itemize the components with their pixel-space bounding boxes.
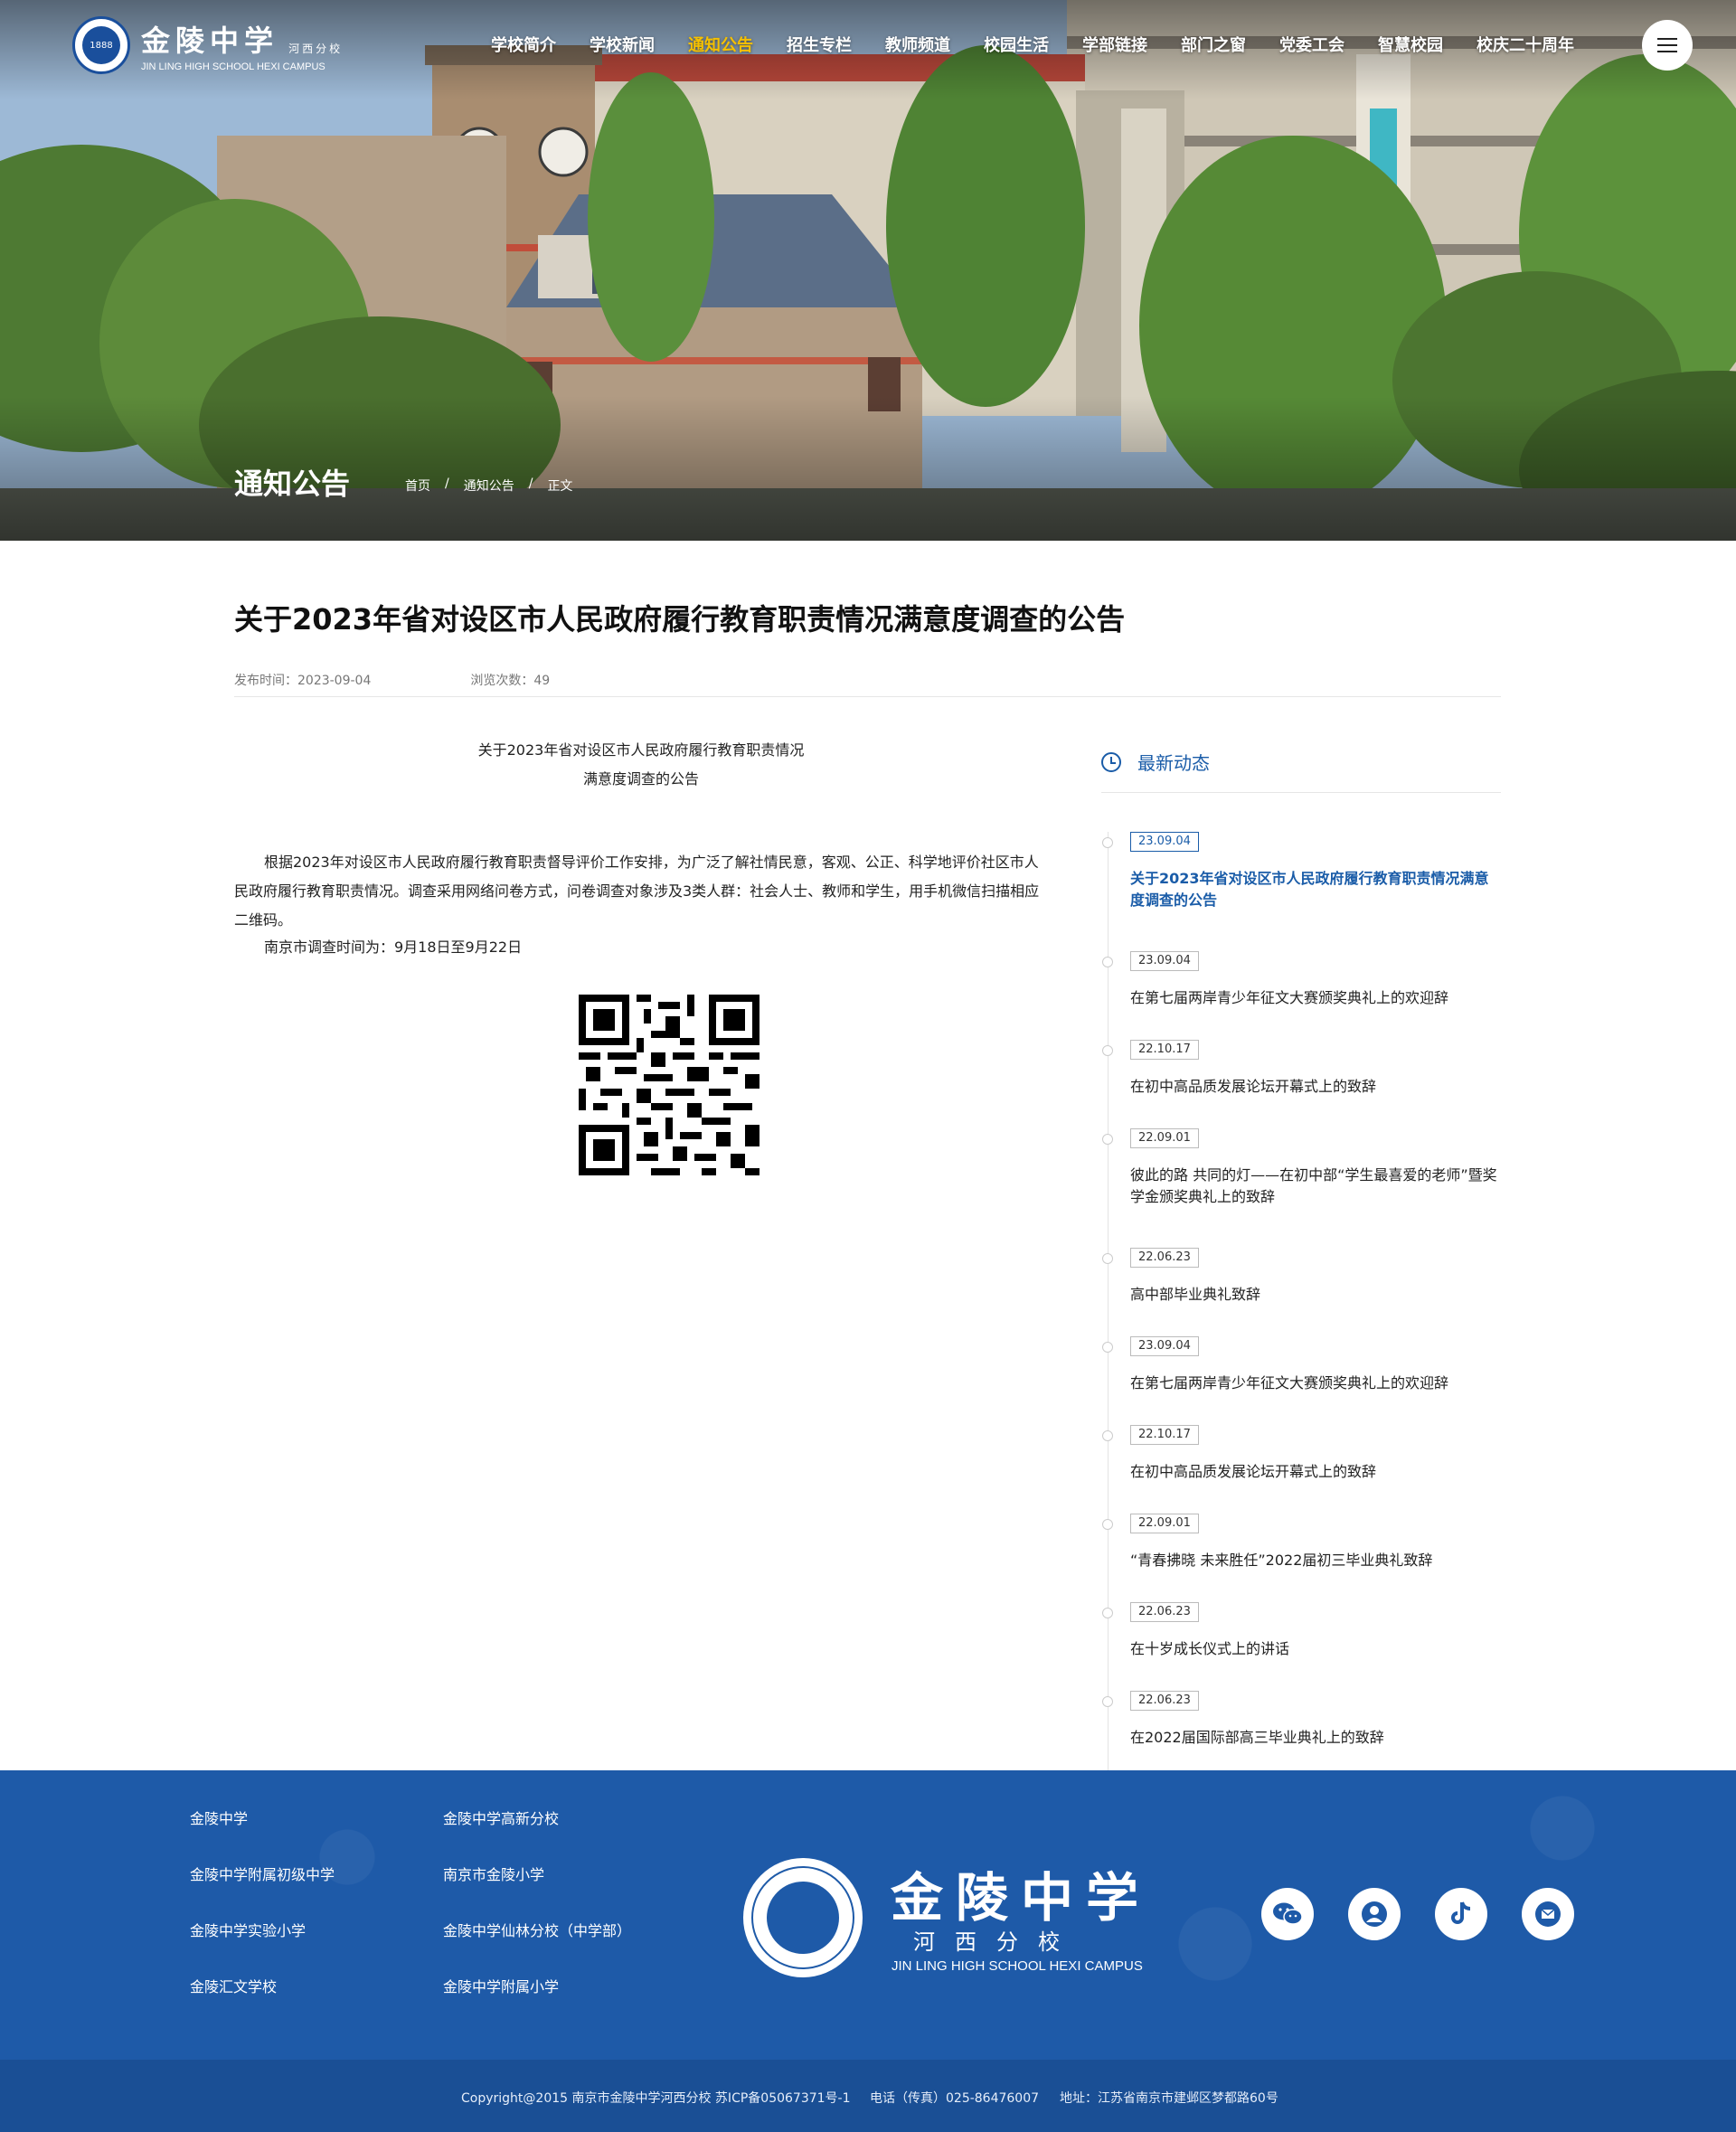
mail-icon[interactable]: [1522, 1888, 1574, 1940]
timeline-dot-icon: [1102, 1430, 1113, 1441]
nav-item-admissions[interactable]: 招生专栏: [787, 33, 852, 56]
hamburger-icon: [1657, 38, 1677, 52]
publish-time: 发布时间：2023-09-04: [234, 674, 372, 688]
news-date: 22.06.23: [1130, 1602, 1199, 1622]
latest-news-title: 最新动态: [1137, 752, 1210, 774]
nav-item-campus-life[interactable]: 校园生活: [984, 33, 1049, 56]
news-date: 22.06.23: [1130, 1691, 1199, 1711]
timeline-dot-icon: [1102, 957, 1113, 967]
nav-item-teachers[interactable]: 教师频道: [885, 33, 950, 56]
logo-english-name: JIN LING HIGH SCHOOL HEXI CAMPUS: [141, 61, 326, 72]
nav-item-party-union[interactable]: 党委工会: [1279, 33, 1344, 56]
footer-link[interactable]: 金陵中学高新分校: [443, 1807, 559, 1828]
nav-item-anniversary[interactable]: 校庆二十周年: [1477, 33, 1574, 56]
timeline-line: [1108, 832, 1109, 1772]
footer-logo-campus-name: 河西分校: [913, 1929, 1080, 1955]
logo-chinese-name: 金陵中学: [141, 24, 279, 58]
news-title[interactable]: 在十岁成长仪式上的讲话: [1130, 1638, 1503, 1660]
breadcrumb-separator: /: [528, 476, 533, 491]
main-nav: 学校简介 学校新闻 通知公告 招生专栏 教师频道 校园生活 学部链接 部门之窗 …: [491, 33, 1608, 56]
timeline-dot-icon: [1102, 1134, 1113, 1145]
banner-title: 通知公告: [234, 467, 351, 501]
news-title[interactable]: 在初中高品质发展论坛开幕式上的致辞: [1130, 1076, 1503, 1098]
school-emblem-icon: 1888: [72, 16, 130, 74]
latest-news-header: 最新动态: [1101, 749, 1210, 775]
nav-item-division-links[interactable]: 学部链接: [1082, 33, 1147, 56]
timeline-dot-icon: [1102, 1608, 1113, 1618]
breadcrumb-separator: /: [445, 476, 449, 491]
footer-link[interactable]: 金陵中学附属初级中学: [190, 1863, 335, 1884]
nav-item-notices[interactable]: 通知公告: [688, 33, 753, 56]
news-title[interactable]: 关于2023年省对设区市人民政府履行教育职责情况满意度调查的公告: [1130, 868, 1503, 911]
news-date: 22.10.17: [1130, 1425, 1199, 1445]
news-title[interactable]: “青春拂晓 未来胜任”2022届初三毕业典礼致辞: [1130, 1550, 1503, 1571]
news-date: 22.09.01: [1130, 1514, 1199, 1533]
nav-item-about[interactable]: 学校简介: [491, 33, 556, 56]
news-date: 23.09.04: [1130, 832, 1199, 852]
survey-qr-code: [579, 995, 760, 1175]
news-title[interactable]: 在第七届两岸青少年征文大赛颁奖典礼上的欢迎辞: [1130, 1373, 1503, 1394]
news-date: 23.09.04: [1130, 951, 1199, 971]
footer-logo-chinese-name: 金陵中学: [891, 1867, 1152, 1929]
breadcrumb-home[interactable]: 首页: [405, 476, 430, 495]
clock-icon: [1101, 751, 1121, 772]
footer-link[interactable]: 南京市金陵小学: [443, 1863, 544, 1884]
timeline-dot-icon: [1102, 1253, 1113, 1264]
footer-logo-english-name: JIN LING HIGH SCHOOL HEXI CAMPUS: [892, 1958, 1143, 1974]
contact-phone: 电话（传真）025-86476007: [870, 2091, 1040, 2106]
breadcrumb-notices[interactable]: 通知公告: [464, 476, 514, 495]
body-paragraph: 根据2023年对设区市人民政府履行教育职责督导评价工作安排，为广泛了解社情民意，…: [234, 854, 1040, 929]
nav-item-departments[interactable]: 部门之窗: [1181, 33, 1246, 56]
hero-banner: [0, 0, 1736, 541]
divider: [234, 696, 1501, 697]
breadcrumb-current: 正文: [547, 479, 573, 494]
survey-time: 南京市调查时间为：9月18日至9月22日: [264, 939, 523, 956]
timeline-dot-icon: [1102, 837, 1113, 848]
footer-link[interactable]: 金陵汇文学校: [190, 1975, 277, 1996]
news-date: 22.06.23: [1130, 1248, 1199, 1268]
news-date: 22.09.01: [1130, 1128, 1199, 1148]
copyright-text: Copyright@2015 南京市金陵中学河西分校 苏ICP备05067371…: [461, 2091, 851, 2106]
copyright-bar: [0, 2060, 1736, 2132]
footer-link[interactable]: 金陵中学: [190, 1807, 248, 1828]
timeline-dot-icon: [1102, 1342, 1113, 1353]
view-count: 浏览次数：49: [470, 674, 551, 688]
user-icon[interactable]: [1348, 1888, 1401, 1940]
news-title[interactable]: 在初中高品质发展论坛开幕式上的致辞: [1130, 1461, 1503, 1483]
article-meta: 发布时间：2023-09-04 浏览次数：49: [234, 671, 550, 689]
news-date: 23.09.04: [1130, 1336, 1199, 1356]
news-title[interactable]: 在2022届国际部高三毕业典礼上的致辞: [1130, 1727, 1503, 1749]
breadcrumb: 首页 / 通知公告 / 正文: [405, 476, 572, 495]
contact-address: 地址：江苏省南京市建邺区梦都路60号: [1060, 2091, 1278, 2106]
timeline-dot-icon: [1102, 1045, 1113, 1056]
footer-emblem-icon: [743, 1858, 863, 1977]
footer-link[interactable]: 金陵中学仙林分校（中学部）: [443, 1919, 631, 1940]
nav-item-news[interactable]: 学校新闻: [590, 33, 655, 56]
menu-button[interactable]: [1642, 20, 1693, 71]
logo-campus-name: 河西分校: [288, 42, 344, 55]
footer-link[interactable]: 金陵中学附属小学: [443, 1975, 559, 1996]
douyin-icon[interactable]: [1435, 1888, 1487, 1940]
body-heading-line1: 关于2023年省对设区市人民政府履行教育职责情况: [477, 741, 805, 759]
news-title[interactable]: 高中部毕业典礼致辞: [1130, 1284, 1503, 1306]
news-title[interactable]: 在第七届两岸青少年征文大赛颁奖典礼上的欢迎辞: [1130, 987, 1503, 1009]
wechat-icon[interactable]: [1261, 1888, 1314, 1940]
nav-item-smart-campus[interactable]: 智慧校园: [1378, 33, 1443, 56]
divider: [1101, 792, 1501, 793]
timeline-dot-icon: [1102, 1696, 1113, 1707]
footer-link[interactable]: 金陵中学实验小学: [190, 1919, 306, 1940]
news-date: 22.10.17: [1130, 1040, 1199, 1060]
body-heading-line2: 满意度调查的公告: [582, 770, 699, 788]
timeline-dot-icon: [1102, 1519, 1113, 1530]
site-logo[interactable]: 1888 金陵中学 河西分校 JIN LING HIGH SCHOOL HEXI…: [72, 16, 343, 74]
news-title[interactable]: 彼此的路 共同的灯——在初中部“学生最喜爱的老师”暨奖学金颁奖典礼上的致辞: [1130, 1165, 1503, 1208]
article-title: 关于2023年省对设区市人民政府履行教育职责情况满意度调查的公告: [234, 602, 1126, 637]
